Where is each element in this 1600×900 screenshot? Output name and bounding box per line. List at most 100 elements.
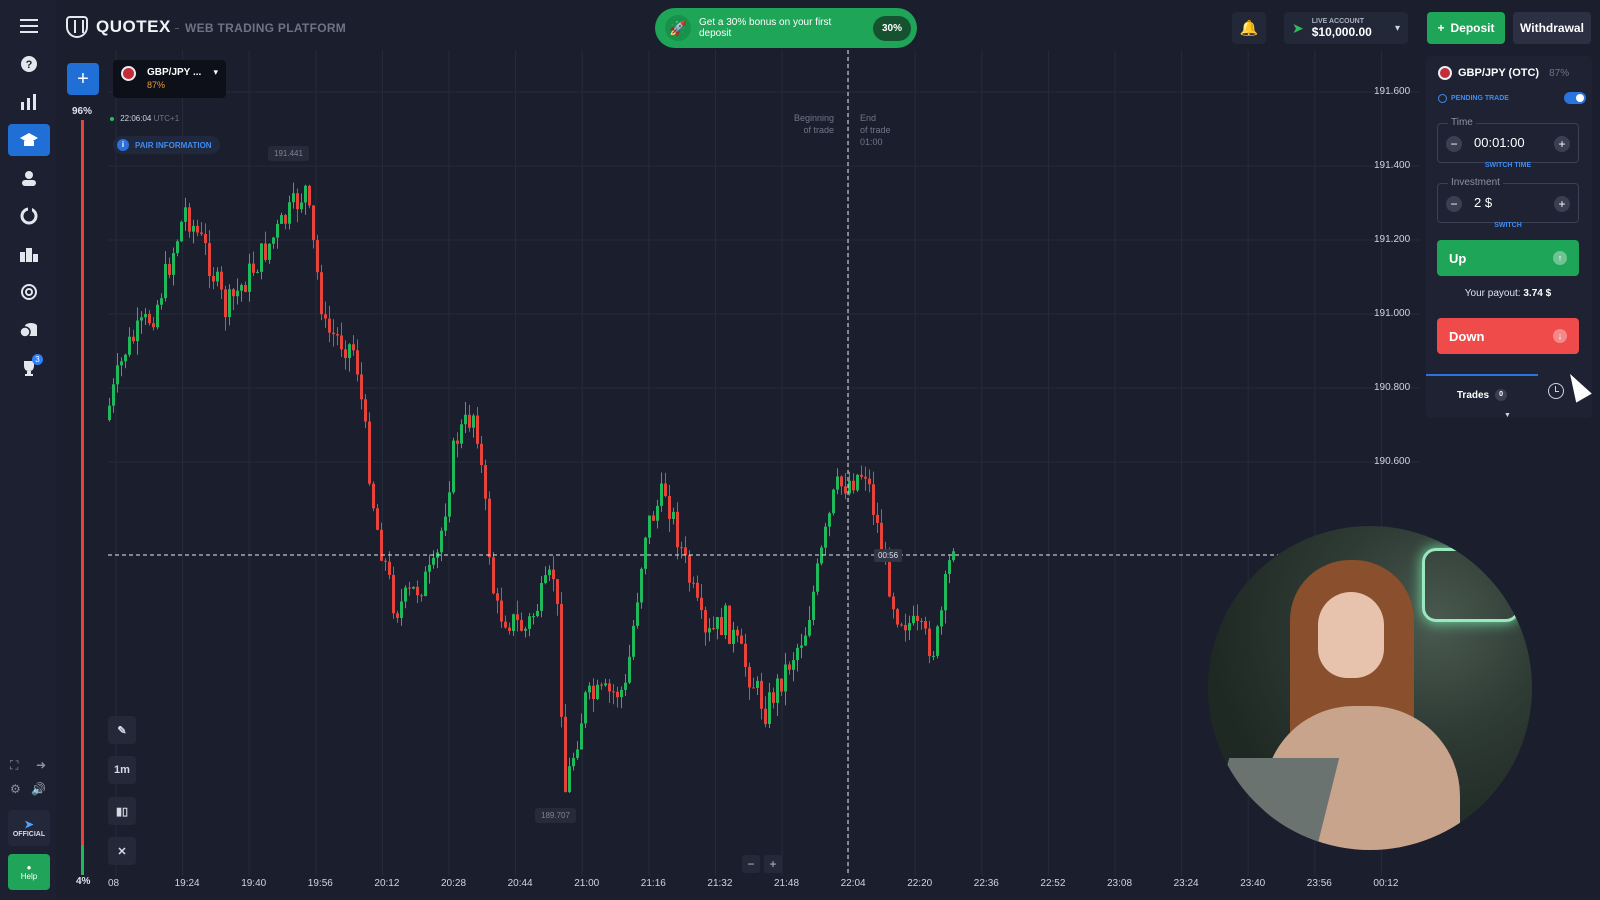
sound-icon[interactable]: 🔊 xyxy=(31,782,46,798)
investment-minus-button[interactable]: − xyxy=(1446,196,1462,212)
time-axis-label: 21:16 xyxy=(640,878,666,889)
pending-trade-toggle-label[interactable]: PENDING TRADE xyxy=(1438,94,1509,103)
user-icon[interactable] xyxy=(8,162,50,194)
zoom-out-button[interactable]: − xyxy=(742,855,760,873)
candle-body xyxy=(404,587,407,602)
time-minus-button[interactable]: − xyxy=(1446,136,1462,152)
education-icon[interactable] xyxy=(8,124,50,156)
timeframe-button[interactable]: 1m xyxy=(108,756,136,784)
settings-icon[interactable]: ⚙ xyxy=(10,782,21,798)
leaderboard-icon[interactable] xyxy=(8,238,50,270)
price-axis-label: 191.000 xyxy=(1374,308,1411,319)
candle-body xyxy=(368,421,371,484)
end-line-2: of trade xyxy=(860,125,891,135)
candle-body xyxy=(512,614,515,631)
asset-selector[interactable]: GBP/JPY ... 87% ▾ xyxy=(113,60,226,98)
time-axis-label: 19:56 xyxy=(307,878,333,889)
investment-value[interactable]: 2 $ xyxy=(1474,195,1492,210)
candle-body xyxy=(664,483,667,497)
candle-body xyxy=(672,511,675,519)
switch-time-link[interactable]: SWITCH TIME xyxy=(1437,162,1579,169)
candle-body xyxy=(564,716,567,793)
logo[interactable]: QUOTEX xyxy=(66,16,171,38)
candle-body xyxy=(676,511,679,548)
time-axis-label: 19:24 xyxy=(174,878,200,889)
candle-body xyxy=(152,323,155,328)
payout-text: Your payout: 3.74 $ xyxy=(1437,288,1579,299)
sentiment-up-fill xyxy=(81,844,84,875)
candle-body xyxy=(932,655,935,657)
help-button[interactable]: ● Help xyxy=(8,854,50,890)
trades-tab[interactable]: Trades 0 xyxy=(1426,374,1538,414)
candle-body xyxy=(264,243,267,260)
candle-body xyxy=(364,399,367,422)
candle-body xyxy=(812,591,815,620)
candle-body xyxy=(872,484,875,515)
chart-type-icon[interactable]: ▮▯ xyxy=(108,797,136,825)
candlestick-chart[interactable] xyxy=(108,50,1420,900)
candle-body xyxy=(688,555,691,583)
history-clock-icon[interactable] xyxy=(1548,383,1564,399)
fullscreen-icon[interactable]: ⛶ xyxy=(10,758,18,774)
candle-body xyxy=(188,207,191,232)
candle-body xyxy=(572,757,575,767)
sentiment-top-percent: 96% xyxy=(72,106,93,117)
candle-body xyxy=(408,587,411,589)
candle-body xyxy=(524,628,527,631)
candle-body xyxy=(420,595,423,597)
candle-body xyxy=(532,616,535,618)
candle-body xyxy=(668,496,671,519)
candle-body xyxy=(584,692,587,724)
time-value[interactable]: 00:01:00 xyxy=(1474,135,1525,150)
candle-body xyxy=(644,537,647,569)
time-axis-label: 21:32 xyxy=(707,878,733,889)
expand-caret-icon[interactable]: ▼ xyxy=(1504,412,1511,419)
candle-body xyxy=(636,602,639,626)
investment-field[interactable]: Investment − 2 $ + xyxy=(1437,177,1579,223)
investment-plus-button[interactable]: + xyxy=(1554,196,1570,212)
candle-body xyxy=(396,613,399,618)
zoom-in-button[interactable]: + xyxy=(764,855,782,873)
candle-body xyxy=(164,264,167,299)
deposit-button[interactable]: + Deposit xyxy=(1427,12,1505,44)
refresh-icon[interactable] xyxy=(8,200,50,232)
pair-information-button[interactable]: i PAIR INFORMATION xyxy=(113,136,220,154)
candle-body xyxy=(212,276,215,282)
end-line-1: End xyxy=(860,113,877,123)
candle-body xyxy=(476,415,479,444)
pending-trade-toggle[interactable] xyxy=(1564,92,1586,104)
panel-asset: GBP/JPY (OTC) 87% xyxy=(1438,66,1569,80)
add-chart-button[interactable]: + xyxy=(67,63,99,95)
time-axis-label: 19:40 xyxy=(241,878,267,889)
sidebar-small-row-2: ⚙ 🔊 xyxy=(10,782,46,798)
webcam-overlay xyxy=(1208,526,1532,850)
draw-pencil-icon[interactable]: ✎ xyxy=(108,716,136,744)
signal-icon[interactable] xyxy=(8,276,50,308)
help-icon[interactable]: ? xyxy=(8,48,50,80)
official-telegram-button[interactable]: ➤ OFFICIAL xyxy=(8,810,50,846)
notification-bell-icon[interactable]: 🔔 xyxy=(1232,12,1266,44)
trophy-icon[interactable]: 3 xyxy=(8,352,50,384)
timezone: UTC+1 xyxy=(153,114,180,123)
begin-line-1: Beginning xyxy=(794,113,835,123)
candle-body xyxy=(552,569,555,580)
server-time: 22:06:04 xyxy=(120,114,152,123)
menu-icon[interactable] xyxy=(8,10,50,42)
candle-body xyxy=(472,415,475,428)
candle-body xyxy=(332,332,335,335)
account-selector[interactable]: ➤ LIVE ACCOUNT $10,000.00 ▾ xyxy=(1284,12,1408,44)
down-button[interactable]: Down ↓ xyxy=(1437,318,1579,354)
time-plus-button[interactable]: + xyxy=(1554,136,1570,152)
chart-icon[interactable] xyxy=(8,86,50,118)
time-field[interactable]: Time − 00:01:00 + xyxy=(1437,117,1579,163)
candle-body xyxy=(568,766,571,793)
arrow-right-icon[interactable]: ➜ xyxy=(36,758,46,774)
candle-body xyxy=(504,621,507,628)
candle-body xyxy=(912,615,915,624)
switch-link[interactable]: SWITCH xyxy=(1437,222,1579,229)
indicators-icon[interactable]: ✕ xyxy=(108,837,136,865)
coins-icon[interactable] xyxy=(8,314,50,346)
up-button[interactable]: Up ↑ xyxy=(1437,240,1579,276)
withdrawal-button[interactable]: Withdrawal xyxy=(1513,12,1591,44)
promo-banner[interactable]: 🚀 Get a 30% bonus on your first deposit … xyxy=(655,8,917,48)
